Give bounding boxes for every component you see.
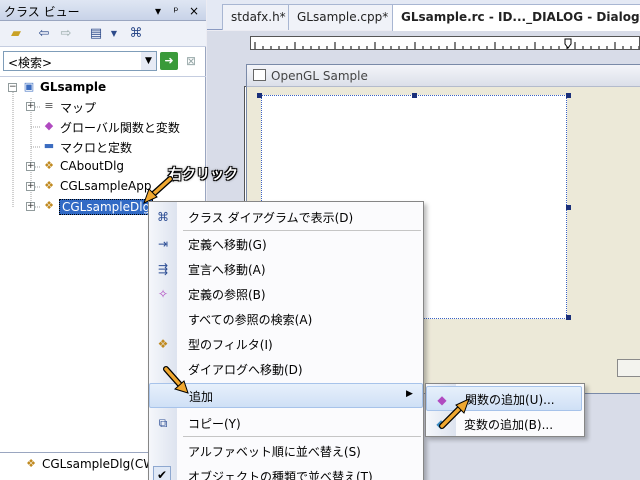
copy-icon: ⧉ — [158, 416, 168, 430]
resize-handle[interactable] — [257, 93, 262, 98]
tree-node-caboutdlg[interactable]: CAboutDlg — [60, 159, 124, 173]
class-icon: ❖ — [44, 179, 54, 192]
global-icon: ◆ — [44, 119, 54, 132]
class-icon: ❖ — [44, 199, 54, 212]
resize-handle[interactable] — [566, 205, 571, 210]
menu-item-copy[interactable]: ⧉ コピー(Y) — [149, 410, 423, 435]
menu-item-label: 変数の追加(B)... — [464, 418, 554, 432]
class-view-title: クラス ビュー — [4, 5, 80, 19]
chevron-down-icon[interactable]: ▼ — [141, 52, 156, 70]
menu-item-label: 追加 — [189, 390, 214, 404]
check-icon: ✔ — [153, 466, 171, 480]
dialog-titlebar: OpenGL Sample — [247, 65, 640, 87]
class-view-titlebar: クラス ビュー ▾ ᵖ × — [0, 0, 206, 21]
expand-icon[interactable]: + — [26, 102, 35, 111]
menu-item-goto-definition[interactable]: ⇥ 定義へ移動(G) — [149, 231, 423, 256]
menu-item-label: オブジェクトの種類で並べ替え(T) — [188, 470, 373, 480]
collapse-icon[interactable]: − — [8, 83, 17, 92]
pin-icon[interactable]: ᵖ — [168, 3, 184, 19]
back-icon[interactable]: ⇦ — [34, 24, 54, 44]
chevron-down-icon[interactable]: ▼ — [104, 24, 124, 44]
tree-node-glsample[interactable]: GLsample — [40, 80, 106, 94]
dialog-title: OpenGL Sample — [271, 69, 368, 83]
horizontal-ruler — [250, 36, 640, 50]
resize-handle[interactable] — [566, 315, 571, 320]
menu-item-label: ダイアログへ移動(D) — [188, 363, 303, 377]
folder-icon[interactable]: ▰ — [6, 24, 26, 44]
tree-node-macros[interactable]: マクロと定数 — [60, 139, 132, 156]
class-view-toolbar: ▰ ⇦ ⇨ ▤ ▼ ⌘ — [0, 21, 206, 47]
menu-item-show-class-diagram[interactable]: ⌘ クラス ダイアグラムで表示(D) — [149, 204, 423, 229]
goto-definition-icon: ⇥ — [157, 237, 169, 251]
tab-dialog-resource[interactable]: GLsample.rc - ID..._DIALOG - Dialog* — [392, 4, 640, 31]
dropdown-icon[interactable]: ▾ — [150, 3, 166, 19]
menu-item-goto-declaration[interactable]: ⇶ 宣言へ移動(A) — [149, 256, 423, 281]
menu-item-label: 関数の追加(U)... — [465, 393, 555, 407]
map-icon: ≡ — [44, 99, 54, 112]
resize-handle[interactable] — [566, 93, 571, 98]
class-icon: ❖ — [44, 159, 54, 172]
menu-item-label: クラス ダイアグラムで表示(D) — [188, 211, 354, 225]
menu-item-sort-alphabetically[interactable]: アルファベット順に並べ替え(S) — [149, 438, 423, 463]
context-menu: ⌘ クラス ダイアグラムで表示(D) ⇥ 定義へ移動(G) ⇶ 宣言へ移動(A)… — [148, 201, 424, 480]
close-icon[interactable]: × — [186, 3, 202, 19]
class-diagram-icon: ⌘ — [157, 210, 169, 224]
tab-glsample-cpp[interactable]: GLsample.cpp* — [288, 4, 398, 30]
browse-definition-icon: ✧ — [157, 287, 169, 301]
menu-item-sort-by-type[interactable]: ✔ オブジェクトの種類で並べ替え(T) — [149, 463, 423, 480]
menu-item-label: すべての参照の検索(A) — [188, 313, 313, 327]
menu-item-label: アルファベット順に並べ替え(S) — [188, 445, 361, 459]
menu-item-label: 宣言へ移動(A) — [188, 263, 266, 277]
resize-handle[interactable] — [412, 93, 417, 98]
type-filter-icon: ❖ — [157, 337, 169, 351]
submenu-arrow-icon: ▶ — [406, 389, 413, 399]
menu-item-label: コピー(Y) — [188, 417, 241, 431]
project-icon: ▣ — [23, 80, 35, 93]
expand-icon[interactable]: + — [26, 162, 35, 171]
menu-item-browse-definition[interactable]: ✧ 定義の参照(B) — [149, 281, 423, 306]
menu-separator — [183, 436, 421, 437]
tree-node-cglsampleapp[interactable]: CGLsampleApp — [60, 179, 151, 193]
members-pane-item[interactable]: CGLsampleDlg(CW — [42, 457, 155, 471]
clear-search-icon[interactable]: ⊠ — [182, 52, 200, 70]
goto-declaration-icon: ⇶ — [157, 262, 169, 276]
search-go-icon[interactable]: ➜ — [160, 52, 178, 70]
tab-stdafx[interactable]: stdafx.h* — [222, 4, 295, 30]
settings-dropdown-icon[interactable]: ▤ — [86, 24, 106, 44]
annotation-arrow-icon — [439, 398, 470, 429]
dialog-button[interactable] — [617, 359, 640, 377]
menu-item-label: 定義の参照(B) — [188, 288, 266, 302]
class-icon: ❖ — [26, 457, 36, 470]
expand-icon[interactable]: + — [26, 202, 35, 211]
forward-icon[interactable]: ⇨ — [56, 24, 76, 44]
menu-item-label: 型のフィルタ(I) — [188, 338, 273, 352]
macro-icon: ▬ — [43, 139, 55, 152]
menu-item-find-all-references[interactable]: すべての参照の検索(A) — [149, 306, 423, 331]
tree-node-maps[interactable]: マップ — [60, 99, 96, 116]
class-diagram-icon[interactable]: ⌘ — [126, 24, 146, 44]
tree-node-globals[interactable]: グローバル関数と変数 — [60, 119, 180, 136]
annotation-arrow-icon — [163, 366, 189, 394]
menu-item-type-filter[interactable]: ❖ 型のフィルタ(I) — [149, 331, 423, 356]
expand-icon[interactable]: + — [26, 182, 35, 191]
search-input[interactable]: <検索> — [3, 51, 157, 71]
window-icon — [253, 69, 266, 81]
menu-item-label: 定義へ移動(G) — [188, 238, 267, 252]
